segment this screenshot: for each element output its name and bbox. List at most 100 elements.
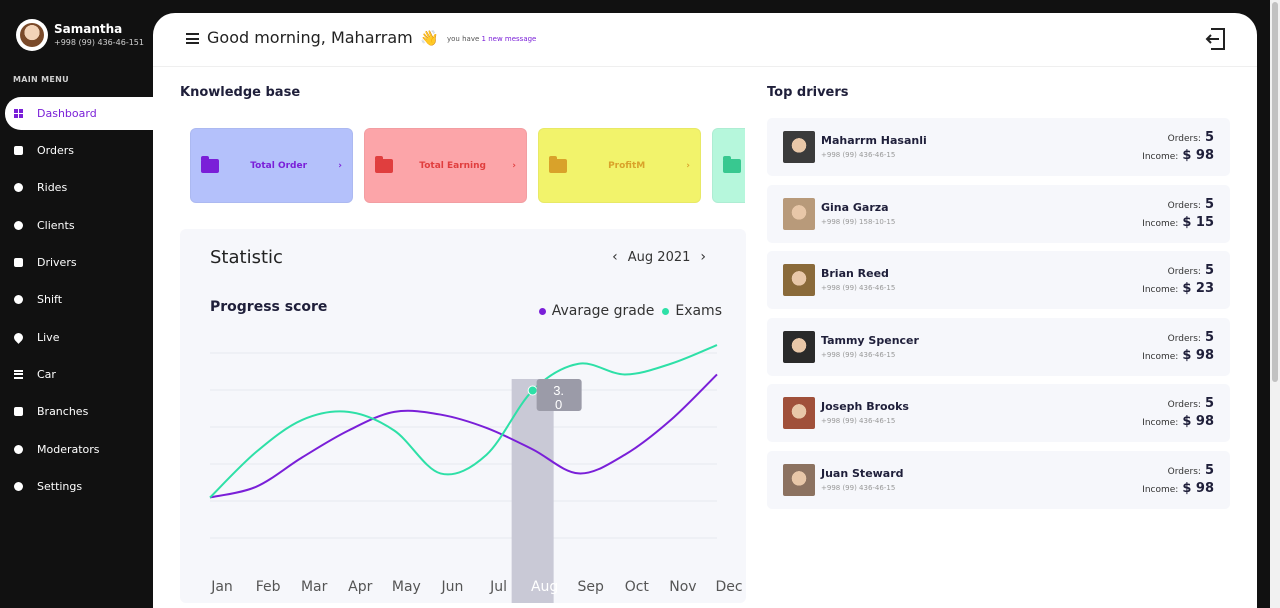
greeting-text: Good morning, Maharram	[207, 28, 413, 47]
highlight-point[interactable]	[527, 385, 538, 396]
chevron-right-icon: ›	[338, 160, 342, 171]
driver-phone: +998 (99) 436-46-15	[821, 483, 896, 492]
car-icon	[14, 258, 23, 268]
driver-income: Income: $ 98	[1142, 148, 1214, 163]
kb-card-total-earning[interactable]: Total Earning ›	[364, 128, 527, 203]
folder-icon	[723, 155, 741, 173]
sidebar-item-drivers[interactable]: Drivers	[0, 244, 153, 281]
hamburger-menu-icon[interactable]	[186, 33, 199, 44]
knowledge-base-title: Knowledge base	[180, 85, 301, 100]
x-tick-label: Dec	[715, 579, 742, 595]
chevron-right-icon[interactable]: ›	[700, 249, 706, 265]
driver-orders: Orders: 5	[1168, 396, 1214, 411]
legend-label: Avarage grade	[551, 303, 655, 319]
sidebar-item-clients[interactable]: Clients	[0, 207, 153, 244]
driver-photo	[783, 197, 815, 230]
sidebar-item-settings[interactable]: Settings	[0, 468, 153, 505]
kb-card-total-order[interactable]: Total Order ›	[190, 128, 353, 203]
driver-orders: Orders: 5	[1168, 197, 1214, 212]
driver-row[interactable]: Joseph Brooks +998 (99) 436-46-15 Orders: 5…	[767, 384, 1230, 443]
driver-name: Maharrm Hasanli	[821, 134, 927, 147]
x-tick-label: Jul	[489, 579, 507, 595]
driver-photo	[783, 397, 815, 430]
legend-dot	[538, 307, 546, 315]
income-value: $ 98	[1182, 347, 1214, 363]
driver-orders: Orders: 5	[1168, 263, 1214, 278]
top-drivers-title: Top drivers	[767, 85, 849, 100]
orders-value: 5	[1204, 396, 1214, 412]
kb-card-partial[interactable]	[712, 128, 745, 203]
tooltip-text: 3.	[553, 383, 564, 398]
legend-item-exams: Exams	[662, 303, 722, 319]
income-label: Income:	[1142, 218, 1179, 229]
new-message-link[interactable]: new message	[488, 35, 536, 43]
orders-icon	[14, 146, 23, 156]
branches-icon	[14, 407, 23, 417]
orders-value: 5	[1204, 329, 1214, 345]
main-menu: Dashboard Orders Rides Clients Drivers S…	[0, 95, 153, 505]
driver-name: Brian Reed	[821, 267, 889, 281]
sidebar-item-rides[interactable]: Rides	[0, 169, 153, 206]
driver-row[interactable]: Gina Garza +998 (99) 158-10-15 Orders: 5 Inc…	[767, 184, 1230, 243]
income-label: Income:	[1142, 351, 1179, 362]
orders-value: 5	[1204, 196, 1214, 212]
legend-item-average: Avarage grade	[538, 303, 655, 319]
message-count[interactable]: 1	[482, 35, 486, 43]
logout-icon[interactable]	[1205, 27, 1227, 51]
orders-value: 5	[1204, 462, 1214, 478]
driver-row[interactable]: Maharrm Hasanli +998 (99) 436-46-15 Orders…	[767, 118, 1230, 176]
driver-name: Tammy Spencer	[821, 333, 919, 347]
income-label: Income:	[1142, 484, 1179, 495]
profile-block[interactable]: Samantha +998 (99) 436-46-151	[16, 19, 144, 51]
kb-card-profit[interactable]: ProfitM ›	[538, 128, 701, 203]
income-value: $ 98	[1182, 148, 1214, 163]
sidebar-item-label: Car	[37, 367, 56, 381]
orders-label: Orders:	[1167, 466, 1201, 477]
driver-orders: Orders: 5	[1168, 463, 1214, 478]
scrollbar-thumb[interactable]	[1272, 2, 1278, 382]
driver-row[interactable]: Brian Reed +998 (99) 436-46-15 Orders: 5 Inc…	[767, 251, 1230, 310]
x-tick-label: Jun	[441, 579, 464, 595]
sidebar-item-car[interactable]: Car	[0, 356, 153, 393]
sidebar: Samantha +998 (99) 436-46-151 MAIN MENU …	[0, 0, 153, 608]
page-scrollbar[interactable]	[1270, 0, 1280, 608]
driver-income: Income: $ 23	[1142, 281, 1214, 296]
chevron-right-icon: ›	[512, 160, 516, 171]
x-tick-label: Mar	[301, 579, 328, 595]
chart-legend: Avarage grade Exams	[531, 303, 722, 319]
driver-orders: Orders: 5	[1168, 330, 1214, 345]
driver-income: Income: $ 98	[1142, 481, 1214, 496]
sidebar-item-moderators[interactable]: Moderators	[0, 430, 153, 467]
legend-dot	[662, 307, 670, 315]
income-label: Income:	[1142, 285, 1179, 296]
x-tick-label: Jan	[210, 579, 233, 595]
sidebar-item-label: Dashboard	[37, 107, 97, 120]
chevron-right-icon: ›	[686, 160, 690, 171]
sidebar-item-dashboard[interactable]: Dashboard	[5, 97, 153, 130]
sidebar-item-live[interactable]: Live	[0, 318, 153, 355]
driver-photo	[783, 463, 815, 496]
x-tick-label: Sep	[578, 579, 605, 595]
chevron-left-icon[interactable]: ‹	[612, 249, 618, 265]
dashboard-icon	[14, 109, 23, 118]
driver-phone: +998 (99) 436-46-15	[821, 417, 896, 426]
avatar[interactable]	[16, 19, 48, 51]
driver-row[interactable]: Tammy Spencer +998 (99) 436-46-15 Orders: 5…	[767, 317, 1230, 376]
highlight-column[interactable]	[511, 379, 554, 603]
folder-icon	[549, 155, 567, 173]
progress-chart: 3.0 Jan Feb Mar Apr May Jun Jul Aug Sep Oct Nov Dec	[209, 344, 743, 603]
top-header: Good morning, Maharram 👋 you have 1 new …	[153, 13, 1257, 67]
sidebar-item-label: Drivers	[37, 256, 77, 270]
sidebar-item-branches[interactable]: Branches	[0, 393, 153, 430]
orders-label: Orders:	[1167, 267, 1201, 278]
sidebar-item-orders[interactable]: Orders	[0, 132, 153, 169]
income-value: $ 23	[1182, 281, 1214, 297]
sidebar-item-shift[interactable]: Shift	[0, 281, 153, 318]
driver-row[interactable]: Juan Steward +998 (99) 436-46-15 Orders: 5 I…	[767, 450, 1230, 509]
folder-icon	[201, 155, 219, 173]
tooltip-text: 0	[555, 397, 562, 412]
legend-label: Exams	[675, 303, 722, 319]
sidebar-item-label: Settings	[37, 479, 83, 493]
x-tick-label: May	[392, 579, 421, 595]
sidebar-item-label: Moderators	[37, 442, 100, 456]
